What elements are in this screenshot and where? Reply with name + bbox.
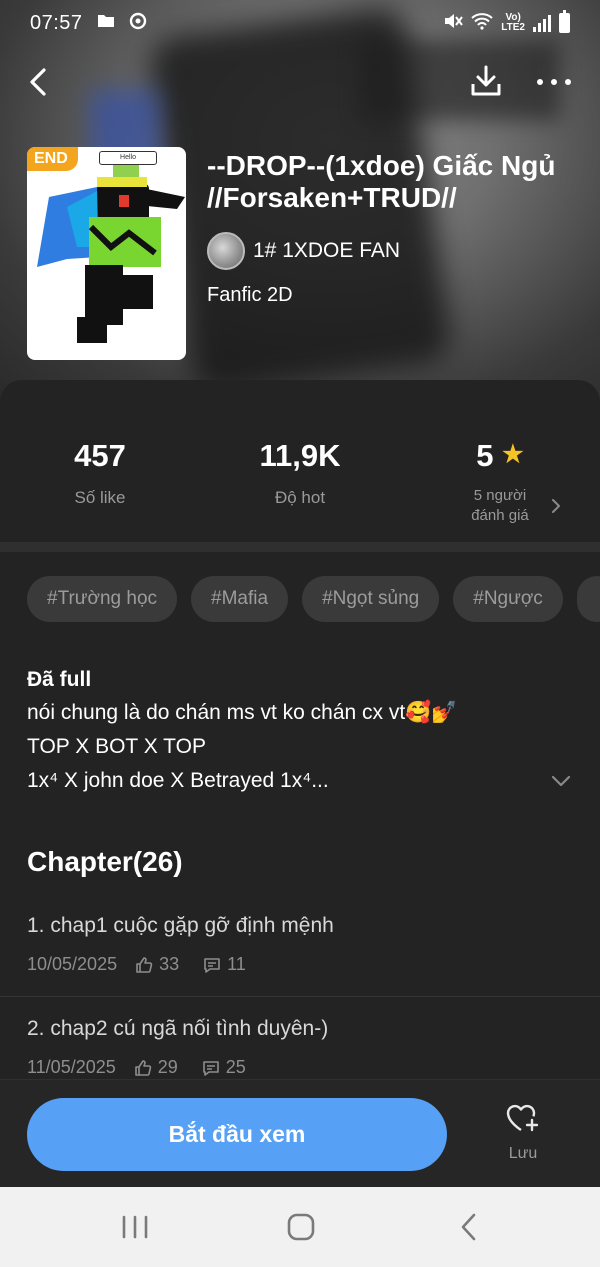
status-right: Vo) LTE2 bbox=[443, 10, 570, 34]
stat-hot: 11,9K Độ hot bbox=[200, 438, 400, 508]
stats-row: 457 Số like 11,9K Độ hot 5 ★ 5 người đán… bbox=[0, 380, 600, 540]
system-nav-bar bbox=[0, 1187, 600, 1267]
description-line: TOP X BOT X TOP bbox=[27, 735, 206, 758]
author-name[interactable]: 1# 1XDOE FAN bbox=[253, 239, 400, 263]
chevron-left-icon bbox=[30, 68, 46, 96]
network-type: Vo) LTE2 bbox=[501, 13, 525, 33]
rating-sub-label: đánh giá bbox=[471, 507, 529, 524]
tag-chip[interactable]: #Mafia bbox=[191, 576, 289, 622]
description-line: nói chung là do chán ms vt ko chán cx vt… bbox=[27, 701, 458, 724]
top-bar bbox=[0, 56, 600, 106]
home-icon[interactable] bbox=[286, 1212, 316, 1242]
end-badge: END bbox=[27, 147, 78, 171]
likes-count: 457 bbox=[74, 438, 126, 473]
start-reading-button[interactable]: Bắt đầu xem bbox=[27, 1098, 447, 1171]
rating-count-label: 5 người bbox=[473, 487, 527, 504]
stat-rating[interactable]: 5 ★ 5 người đánh giá bbox=[400, 438, 600, 526]
cover-speech-bubble: Hello bbox=[99, 151, 157, 165]
download-button[interactable] bbox=[466, 62, 506, 102]
story-description[interactable]: Đã full nói chung là do chán ms vt ko ch… bbox=[27, 664, 567, 798]
chapter-title[interactable]: 2. chap2 cú ngã nối tình duyên-) bbox=[27, 1017, 328, 1041]
story-cover[interactable]: END Hello bbox=[27, 147, 186, 360]
thumbs-up-icon bbox=[136, 956, 153, 973]
section-divider bbox=[0, 542, 600, 552]
chapter-date: 10/05/2025 bbox=[27, 954, 118, 974]
rating-label: 5 người đánh giá bbox=[400, 486, 600, 526]
tag-chip[interactable]: #Ngọt sủng bbox=[302, 576, 440, 622]
wifi-icon bbox=[471, 12, 493, 34]
stat-likes: 457 Số like bbox=[0, 438, 200, 508]
chapter-title[interactable]: 1. chap1 cuộc gặp gỡ định mệnh bbox=[27, 914, 334, 938]
tag-chip-partial[interactable] bbox=[576, 576, 600, 622]
author-avatar[interactable] bbox=[207, 232, 245, 270]
chapter-item[interactable]: 1. chap1 cuộc gặp gỡ định mệnh 10/05/202… bbox=[0, 914, 600, 1014]
author-row[interactable]: 1# 1XDOE FAN bbox=[207, 232, 400, 270]
more-options-button[interactable] bbox=[534, 62, 574, 102]
star-icon: ★ bbox=[502, 441, 524, 468]
sync-icon bbox=[129, 12, 147, 35]
tag-chip[interactable]: #Trường học bbox=[27, 576, 178, 622]
chapter-meta: 10/05/2025 33 11 bbox=[27, 954, 246, 975]
tag-list: #Trường học #Mafia #Ngọt sủng #Ngược bbox=[27, 576, 600, 622]
thumbs-up-icon bbox=[134, 1059, 152, 1076]
comment-icon bbox=[204, 957, 220, 973]
comment-icon bbox=[202, 1060, 219, 1076]
signal-icon bbox=[533, 14, 551, 32]
chapter-date: 11/05/2025 bbox=[27, 1057, 116, 1077]
bottom-action-bar: Bắt đầu xem Lưu bbox=[0, 1079, 600, 1187]
hot-count: 11,9K bbox=[259, 438, 341, 473]
download-icon bbox=[471, 65, 501, 96]
more-dots-icon bbox=[537, 79, 571, 85]
completion-status: Đã full bbox=[27, 668, 92, 691]
save-button[interactable]: Lưu bbox=[490, 1102, 556, 1172]
chapter-comments: 25 bbox=[225, 1057, 246, 1077]
rating-value: 5 bbox=[476, 438, 494, 473]
save-label: Lưu bbox=[508, 1145, 538, 1162]
heart-plus-icon bbox=[506, 1104, 539, 1132]
likes-label: Số like bbox=[74, 488, 126, 507]
chevron-right-icon[interactable] bbox=[548, 498, 564, 514]
status-bar: 07:57 Vo) LTE2 bbox=[0, 0, 600, 46]
cover-illustration bbox=[37, 165, 185, 343]
expand-chevron-icon[interactable] bbox=[550, 774, 572, 788]
story-genre: Fanfic 2D bbox=[207, 284, 293, 306]
chapter-likes: 29 bbox=[157, 1057, 178, 1077]
nav-back-icon[interactable] bbox=[458, 1213, 480, 1241]
chapter-likes: 33 bbox=[159, 954, 180, 974]
back-button[interactable] bbox=[22, 62, 62, 102]
story-title: --DROP--(1xdoe) Giấc Ngủ //Forsaken+TRUD… bbox=[207, 150, 556, 213]
status-time: 07:57 bbox=[30, 11, 83, 34]
folder-icon bbox=[97, 13, 115, 33]
recents-icon[interactable] bbox=[120, 1215, 150, 1239]
mute-icon bbox=[443, 12, 464, 34]
chapter-comments: 11 bbox=[227, 954, 246, 974]
chapter-list-heading: Chapter(26) bbox=[27, 846, 183, 877]
chapter-meta: 11/05/2025 29 25 bbox=[27, 1057, 246, 1078]
hot-label: Độ hot bbox=[274, 488, 326, 507]
network-lte: LTE2 bbox=[501, 22, 525, 33]
tag-chip[interactable]: #Ngược bbox=[453, 576, 563, 622]
chapter-divider bbox=[0, 996, 600, 997]
battery-icon bbox=[559, 10, 570, 33]
rating-value-row: 5 ★ bbox=[400, 438, 600, 474]
description-line: 1x⁴ X john doe X Betrayed 1x⁴... bbox=[27, 769, 329, 792]
